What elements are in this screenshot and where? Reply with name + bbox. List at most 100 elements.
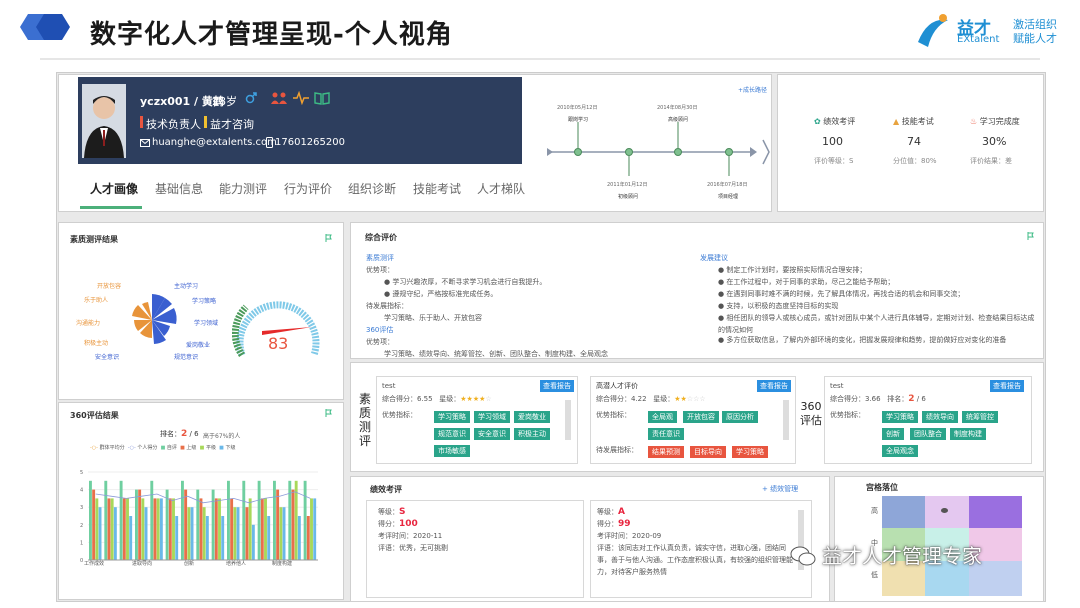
header-divider <box>40 58 1040 60</box>
suggestions: 发展建议 ● 制定工作计划时，要按照实际情况合理安排； ● 在工作过程中，对于同… <box>700 254 1035 344</box>
bar-下级 <box>159 498 163 560</box>
stat-performance: ✿ 绩效考评 100 评价等级：S <box>814 117 856 165</box>
scrollbar[interactable] <box>783 400 789 440</box>
view-report-button[interactable]: 查看报告 <box>757 380 791 392</box>
strength-tag: 安全意识 <box>474 428 510 440</box>
timeline-date-2: 2011年01月12日 <box>607 182 648 188</box>
bar-下级 <box>236 507 240 560</box>
bar-下级 <box>98 507 102 560</box>
bar-平级 <box>95 498 99 560</box>
timeline-date-3: 2014年08月30日 <box>657 105 698 111</box>
quality-summary: 素质测评 优势项： ● 学习兴趣浓厚，不断寻求学习机会进行自我提升。 ● 遵规守… <box>366 254 608 358</box>
profile-company: 益才咨询 <box>210 118 254 131</box>
book-icon[interactable] <box>314 91 330 105</box>
tab-portrait[interactable]: 人才画像 <box>90 180 138 197</box>
rose-label-5: 规范意识 <box>174 354 199 361</box>
strength-tag: 开放包容 <box>683 411 719 423</box>
legend-peer-marker: ■ <box>199 445 205 451</box>
y-tick-label: 0 <box>80 558 83 564</box>
performance-record-2: 等级：A 得分：99 考评时间：2020-09 评语：该同志对工作认真负责，诚实… <box>597 507 793 576</box>
bar-自评 <box>165 489 169 560</box>
potential-adv-label: 优势指标： <box>596 411 631 419</box>
timeline-date-4: 2016年07月18日 <box>707 182 748 188</box>
timeline-title-4: 项目经理 <box>718 194 739 200</box>
bar-上级 <box>291 489 295 560</box>
tab-behavior-eval[interactable]: 行为评价 <box>284 180 332 197</box>
tab-skill-exam[interactable]: 技能考试 <box>413 180 461 197</box>
quality-card-score: 综合得分：6.55 星级：★★★★☆ <box>382 395 492 403</box>
brand-logo: 益才 EXtalent 激活组织 赋能人才 <box>913 12 1068 52</box>
tab-org-diagnosis[interactable]: 组织诊断 <box>348 180 396 197</box>
stat-skill-exam: ▲ 技能考试 74 分位值：80% <box>893 117 937 165</box>
strength-tag: 全局观念 <box>882 445 918 457</box>
performance-link[interactable]: + 绩效管理 <box>762 484 798 494</box>
flag-icon[interactable] <box>325 234 332 242</box>
strength-tag: 全局观 <box>648 411 677 423</box>
timeline-title-2: 初级顾问 <box>618 194 639 200</box>
strength-tag: 团队整合 <box>910 428 946 440</box>
view-report-button[interactable]: 查看报告 <box>540 380 574 392</box>
bar-上级 <box>214 498 218 560</box>
male-icon <box>245 92 257 104</box>
potential-dev-label: 待发展指标： <box>596 446 638 454</box>
strength-tag: 绩效导向 <box>922 411 958 423</box>
grid-cell <box>925 496 969 528</box>
x-label: 创新 <box>184 561 195 567</box>
timeline-title-1: 跟岗学习 <box>568 117 589 123</box>
team-icon[interactable] <box>270 91 288 105</box>
tab-talent-pipeline[interactable]: 人才梯队 <box>477 180 525 197</box>
x-label: 工作成效 <box>84 561 105 567</box>
bar-自评 <box>227 480 230 560</box>
legend-self-marker: ■ <box>160 445 166 451</box>
view-report-button[interactable]: 查看报告 <box>990 380 1024 392</box>
bar-下级 <box>113 507 117 560</box>
x-label: 进取导向 <box>132 561 153 567</box>
rose-label-7: 积极主动 <box>84 340 109 347</box>
eval-side-label: 360评估 <box>800 400 822 427</box>
performance-title: 绩效考评 <box>370 485 402 494</box>
bar-上级 <box>92 489 96 560</box>
rose-label-10: 开放包容 <box>97 283 122 290</box>
strength-tag: 市场敏感 <box>434 445 470 457</box>
strength-tag: 责任意识 <box>648 428 684 440</box>
profile-tabs: 人才画像 基础信息 能力测评 行为评价 组织诊断 技能考试 人才梯队 <box>78 180 538 202</box>
bar-平级 <box>248 498 252 560</box>
scrollbar[interactable] <box>565 400 571 440</box>
bar-自评 <box>181 480 184 560</box>
flame-icon: ♨ <box>970 117 978 126</box>
bar-上级 <box>260 498 264 560</box>
strength-tag: 创新 <box>882 428 904 440</box>
gauge-score: 83 <box>268 334 289 353</box>
timeline-date-1: 2010年05月12日 <box>557 105 598 111</box>
competency-title: 素质测评结果 <box>70 235 118 244</box>
legend-avg-marker: -○- <box>90 445 98 451</box>
bar-平级 <box>279 507 283 560</box>
quality-card-name: test <box>382 382 396 390</box>
bar-平级 <box>141 498 145 560</box>
bar-上级 <box>245 507 249 560</box>
grid-row-label: 低 <box>871 571 878 579</box>
tab-basic-info[interactable]: 基础信息 <box>155 180 203 197</box>
growth-path-link[interactable]: +成长路径 <box>738 85 767 94</box>
bar-下级 <box>251 524 255 560</box>
y-tick-label: 1 <box>80 540 83 546</box>
bar-自评 <box>273 480 276 560</box>
hexagon-logo-icon <box>20 14 70 40</box>
tab-ability-test[interactable]: 能力测评 <box>219 180 267 197</box>
y-tick-label: 2 <box>80 523 83 529</box>
position-marker-icon <box>941 508 948 513</box>
skill-icon: ▲ <box>893 117 900 126</box>
bar-平级 <box>187 507 191 560</box>
profile-email: huanghe@extalents.com <box>152 137 277 148</box>
flag-icon[interactable] <box>325 409 332 417</box>
bar-下级 <box>221 516 225 560</box>
bar-上级 <box>138 489 142 560</box>
profile-age: 28岁 <box>212 95 237 108</box>
legend-self-score-marker: -○- <box>127 445 136 451</box>
strength-tag: 学习策略 <box>434 411 470 423</box>
flag-icon[interactable] <box>1027 232 1034 240</box>
eval360-bar-chart: 0 1 2 3 4 5 <box>80 470 318 564</box>
pulse-icon[interactable] <box>293 91 309 105</box>
grid-cell <box>969 496 1022 528</box>
bar-上级 <box>184 489 188 560</box>
